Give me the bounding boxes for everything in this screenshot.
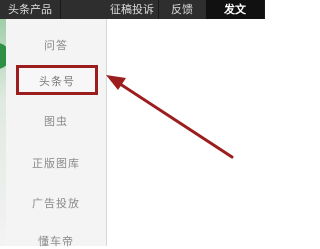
arrow-head <box>106 75 126 90</box>
arrow-shaft <box>112 78 234 159</box>
pointer-arrow-annotation <box>106 75 234 159</box>
